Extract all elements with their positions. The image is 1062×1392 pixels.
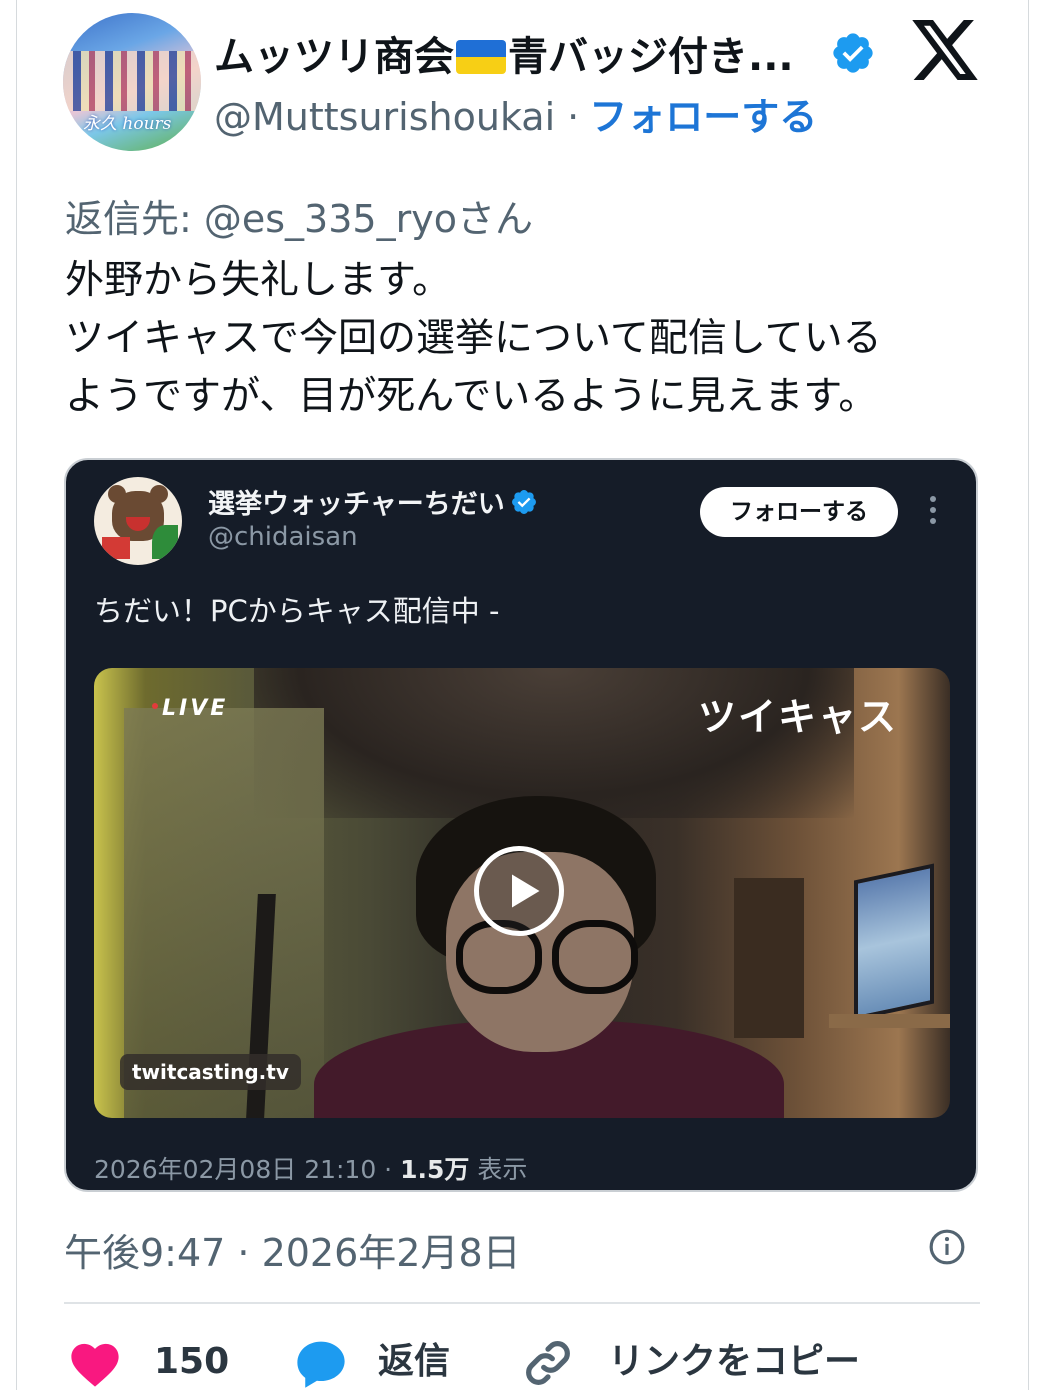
tweet-text-line: ようですが、目が死んでいるように見えます。 [65,374,878,419]
embedded-avatar[interactable] [94,477,182,565]
link-icon [526,1341,570,1385]
play-icon [512,874,540,908]
author-name-part2: 青バッジ付き... [508,34,794,80]
embedded-handle[interactable]: @chidaisan [208,522,358,552]
tweet-timestamp[interactable]: 午後9:47 · 2026年2月8日 [64,1222,521,1277]
info-icon[interactable] [928,1228,966,1266]
reply-label: 返信 [378,1341,451,1382]
author-handle-row: @Muttsurishoukai · フォローする [214,86,817,141]
tweet-text: 外野から失礼します。 ツイキャスで今回の選挙について配信している ようですが、目… [65,252,965,426]
copy-link-label: リンクをコピー [608,1341,861,1382]
live-dot-icon [152,703,158,709]
heart-icon [71,1343,119,1387]
tv-screen [854,863,934,1021]
embedded-tweet-text: ちだい！PCからキャス配信中 - [94,594,500,628]
embedded-meta: 2026年02月08日 21:10 · 1.5万 表示 [94,1150,527,1186]
embedded-verified-badge-icon [512,490,536,514]
reply-button[interactable]: 返信 [294,1336,450,1392]
card-border-right [1028,0,1029,1390]
tweet-text-line: ツイキャスで今回の選挙について配信している [65,316,882,361]
author-avatar[interactable]: 永久 hours [63,13,201,151]
reply-bubble-icon [297,1341,345,1388]
like-button[interactable]: 150 [68,1336,229,1392]
card-border-left [16,0,17,1390]
more-icon[interactable] [926,496,940,530]
like-count: 150 [154,1341,230,1382]
author-handle[interactable]: @Muttsurishoukai [214,95,555,139]
reply-to-line[interactable]: 返信先: @es_335_ryoさん [65,188,533,243]
twitcasting-brand: ツイキャス [698,695,899,739]
author-name-part1: ムッツリ商会 [214,34,454,80]
embedded-follow-button[interactable]: フォローする [700,487,898,537]
verified-badge-icon [833,33,873,73]
embedded-tweet-card[interactable]: 選挙ウォッチャーちだい @chidaisan フォローする ちだい！PCからキャ… [64,458,978,1192]
embedded-date: 2026年02月08日 21:10 · [94,1155,401,1184]
live-badge: LIVE [152,696,228,721]
avatar-logo-text: 永久 hours [83,114,172,134]
separator-dot: · [567,95,580,139]
ukraine-flag-icon [456,40,506,74]
tweet-text-line: 外野から失礼します。 [65,258,452,303]
embedded-view-label: 表示 [469,1155,528,1184]
video-thumbnail[interactable]: LIVE ツイキャス twitcasting.tv [94,668,950,1118]
play-button[interactable] [474,846,564,936]
embedded-view-count: 1.5万 [400,1155,470,1184]
divider [64,1302,980,1304]
author-display-name[interactable]: ムッツリ商会 青バッジ付き... [214,24,794,82]
embedded-display-name[interactable]: 選挙ウォッチャーちだい [208,482,505,521]
follow-link[interactable]: フォローする [589,95,817,139]
avatar-artwork [63,51,201,111]
source-domain-badge[interactable]: twitcasting.tv [120,1054,301,1090]
live-label: LIVE [162,696,229,721]
x-logo-icon[interactable] [912,20,978,80]
copy-link-button[interactable]: リンクをコピー [522,1336,860,1392]
